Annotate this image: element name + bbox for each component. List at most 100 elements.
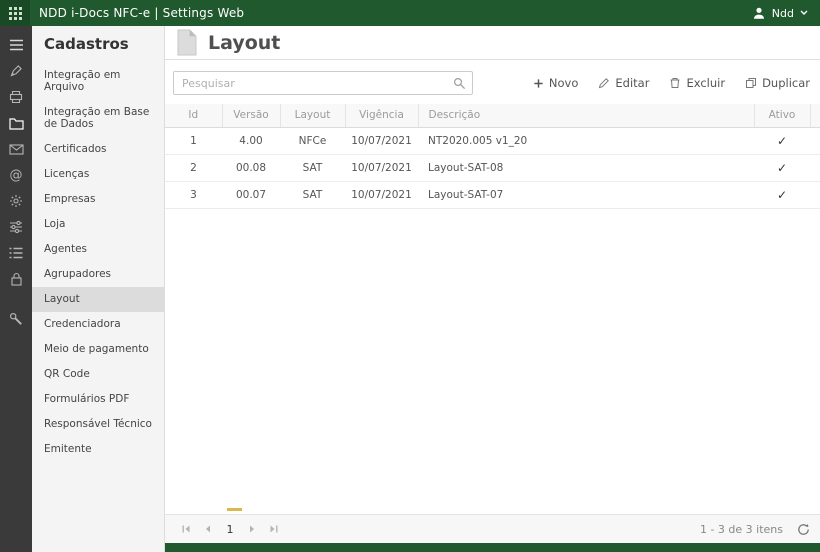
cell-vigencia: 10/07/2021 [345, 181, 418, 209]
search-input[interactable] [174, 72, 446, 95]
cell-descricao: NT2020.005 v1_20 [418, 127, 754, 155]
table-row[interactable]: 2 00.08 SAT 10/07/2021 Layout-SAT-08 ✓ [165, 154, 820, 182]
next-page-icon [250, 525, 254, 533]
column-header-ativo[interactable]: Ativo [753, 104, 810, 128]
app-title: NDD i-Docs NFC-e | Settings Web [39, 6, 245, 20]
list-icon[interactable] [0, 240, 32, 266]
icon-rail: @ [0, 26, 32, 552]
document-icon [177, 29, 197, 56]
scrollbar-spacer [809, 104, 820, 128]
prev-page-icon [206, 525, 210, 533]
mail-icon[interactable] [0, 136, 32, 162]
gear-icon[interactable] [0, 188, 32, 214]
sidebar-item-integracao-base-dados[interactable]: Integração em Base de Dados [32, 100, 164, 137]
copy-icon [746, 78, 757, 88]
edit-button[interactable]: Editar [598, 76, 649, 90]
cell-versao: 4.00 [222, 127, 280, 155]
page-header: Layout [165, 26, 820, 60]
column-header-vigencia[interactable]: Vigência [344, 104, 418, 128]
cell-layout: SAT [280, 154, 345, 182]
refresh-icon [798, 523, 809, 535]
last-page-button[interactable] [263, 518, 285, 540]
cell-vigencia: 10/07/2021 [345, 127, 418, 155]
cell-descricao: Layout-SAT-07 [418, 181, 754, 209]
apps-grid-icon [8, 6, 22, 20]
prev-page-button[interactable] [197, 518, 219, 540]
table-row[interactable]: 1 4.00 NFCe 10/07/2021 NT2020.005 v1_20 … [165, 127, 820, 155]
cell-layout: NFCe [280, 127, 345, 155]
cell-id: 1 [165, 127, 222, 155]
sidebar-item-responsavel-tecnico[interactable]: Responsável Técnico [32, 412, 164, 437]
hamburger-menu-icon[interactable] [0, 32, 32, 58]
sidebar-item-agentes[interactable]: Agentes [32, 237, 164, 262]
sidebar-item-integracao-arquivo[interactable]: Integração em Arquivo [32, 63, 164, 100]
chevron-down-icon [800, 10, 808, 15]
sidebar-item-formularios-pdf[interactable]: Formulários PDF [32, 387, 164, 412]
sidebar-item-empresas[interactable]: Empresas [32, 187, 164, 212]
app-window: NDD i-Docs NFC-e | Settings Web Ndd @ Ca… [0, 0, 820, 552]
at-sign-icon[interactable]: @ [0, 162, 32, 188]
focus-indicator [227, 508, 242, 511]
cell-id: 3 [165, 181, 222, 209]
wrench-icon[interactable] [0, 306, 32, 332]
search-icon [453, 77, 466, 90]
pagination-bar: 1 1 - 3 de 3 itens [165, 514, 820, 543]
sidebar: Cadastros Integração em Arquivo Integraç… [32, 26, 165, 552]
printer-icon[interactable] [0, 84, 32, 110]
first-page-button[interactable] [175, 518, 197, 540]
folder-cadastros-icon[interactable] [0, 110, 32, 136]
column-header-versao[interactable]: Versão [221, 104, 280, 128]
delete-button[interactable]: Excluir [669, 76, 725, 90]
refresh-button[interactable] [797, 523, 810, 536]
top-bar: NDD i-Docs NFC-e | Settings Web Ndd [0, 0, 820, 26]
user-name: Ndd [771, 6, 794, 20]
sidebar-item-qr-code[interactable]: QR Code [32, 362, 164, 387]
search-box [173, 71, 473, 95]
column-header-layout[interactable]: Layout [279, 104, 345, 128]
sidebar-item-credenciadora[interactable]: Credenciadora [32, 312, 164, 337]
items-summary: 1 - 3 de 3 itens [699, 522, 783, 536]
active-check-icon: ✓ [776, 187, 788, 202]
cell-layout: SAT [280, 181, 345, 209]
sidebar-item-agrupadores[interactable]: Agrupadores [32, 262, 164, 287]
sidebar-item-emitente[interactable]: Emitente [32, 437, 164, 462]
duplicate-button[interactable]: Duplicar [745, 76, 810, 90]
user-icon [753, 7, 764, 19]
next-page-button[interactable] [241, 518, 263, 540]
sidebar-item-loja[interactable]: Loja [32, 212, 164, 237]
pen-tool-icon[interactable] [0, 58, 32, 84]
cell-versao: 00.08 [222, 154, 280, 182]
table-row[interactable]: 3 00.07 SAT 10/07/2021 Layout-SAT-07 ✓ [165, 181, 820, 209]
column-header-id[interactable]: Id [165, 104, 222, 128]
column-header-descricao[interactable]: Descrição [417, 104, 754, 128]
sidebar-item-licencas[interactable]: Licenças [32, 162, 164, 187]
cell-versao: 00.07 [222, 181, 280, 209]
page-title: Layout [208, 31, 281, 54]
sliders-icon[interactable] [0, 214, 32, 240]
pager-right: 1 - 3 de 3 itens [700, 523, 810, 536]
plus-icon [534, 78, 543, 88]
grid-actions: Novo Editar Excluir Duplicar [533, 76, 810, 90]
cell-descricao: Layout-SAT-08 [418, 154, 754, 182]
sidebar-title: Cadastros [44, 35, 129, 53]
sidebar-item-certificados[interactable]: Certificados [32, 137, 164, 162]
footer-strip [165, 543, 820, 552]
trash-icon [670, 78, 680, 88]
lock-icon[interactable] [0, 266, 32, 292]
last-page-icon [270, 525, 278, 533]
main-content: Layout Novo Editar [165, 26, 820, 552]
toolbar: Novo Editar Excluir Duplicar [165, 60, 820, 104]
page-number[interactable]: 1 [219, 523, 241, 536]
apps-grid-button[interactable] [0, 0, 30, 26]
cell-vigencia: 10/07/2021 [345, 154, 418, 182]
cell-id: 2 [165, 154, 222, 182]
active-check-icon: ✓ [776, 160, 788, 175]
sidebar-item-meio-pagamento[interactable]: Meio de pagamento [32, 337, 164, 362]
sidebar-item-layout[interactable]: Layout [32, 287, 164, 312]
active-check-icon: ✓ [776, 133, 788, 148]
edit-icon [599, 78, 610, 89]
user-menu[interactable]: Ndd [752, 6, 808, 20]
layout-table: Id Versão Layout Vigência Descrição Ativ… [165, 104, 820, 209]
table-header-row: Id Versão Layout Vigência Descrição Ativ… [165, 104, 820, 128]
new-button[interactable]: Novo [533, 76, 578, 90]
